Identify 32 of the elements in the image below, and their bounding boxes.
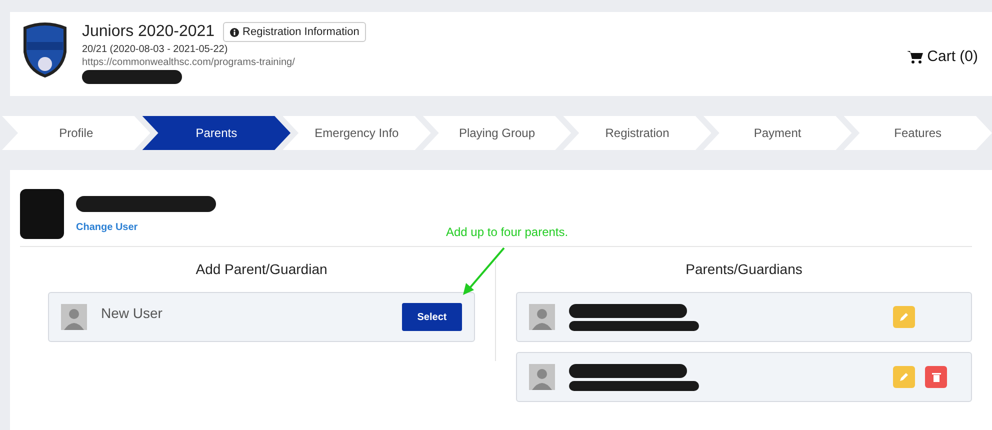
step-tab[interactable]: Profile (2, 116, 150, 150)
step-tab[interactable]: Features (844, 116, 992, 150)
new-user-label: New User (101, 305, 164, 321)
info-icon (230, 28, 239, 36)
registration-info-button[interactable]: Registration Information (222, 22, 366, 42)
annotation-arrow (460, 246, 506, 296)
trash-icon (932, 372, 940, 382)
cart-link[interactable]: Cart (0) (907, 48, 978, 65)
step-tab[interactable]: Emergency Info (282, 116, 431, 150)
avatar-icon (529, 364, 555, 390)
program-url: https://commonwealthsc.com/programs-training/ (82, 57, 296, 68)
redacted-avatar (20, 189, 64, 239)
program-title: Juniors 2020-2021 (82, 23, 215, 41)
pencil-icon (899, 372, 909, 382)
avatar-icon (529, 304, 555, 330)
avatar-icon (61, 304, 87, 330)
club-crest-logo (22, 22, 68, 78)
parents-heading: Parents/Guardians (684, 261, 804, 277)
change-user-link[interactable]: Change User (76, 222, 216, 232)
add-parent-heading: Add Parent/Guardian (194, 261, 328, 277)
edit-button[interactable] (893, 366, 915, 388)
pencil-icon (899, 312, 909, 322)
step-tab[interactable]: Registration (563, 116, 712, 150)
annotation-note: Add up to four parents. (446, 225, 568, 239)
season-dates: 20/21 (2020-08-03 - 2021-05-22) (82, 44, 229, 55)
select-button[interactable]: Select (402, 303, 462, 331)
step-tab[interactable]: Playing Group (422, 116, 572, 150)
step-tab[interactable]: Parents (142, 116, 291, 150)
edit-button[interactable] (893, 306, 915, 328)
delete-button[interactable] (925, 366, 947, 388)
step-tab[interactable]: Payment (703, 116, 852, 150)
cart-icon (907, 50, 924, 64)
